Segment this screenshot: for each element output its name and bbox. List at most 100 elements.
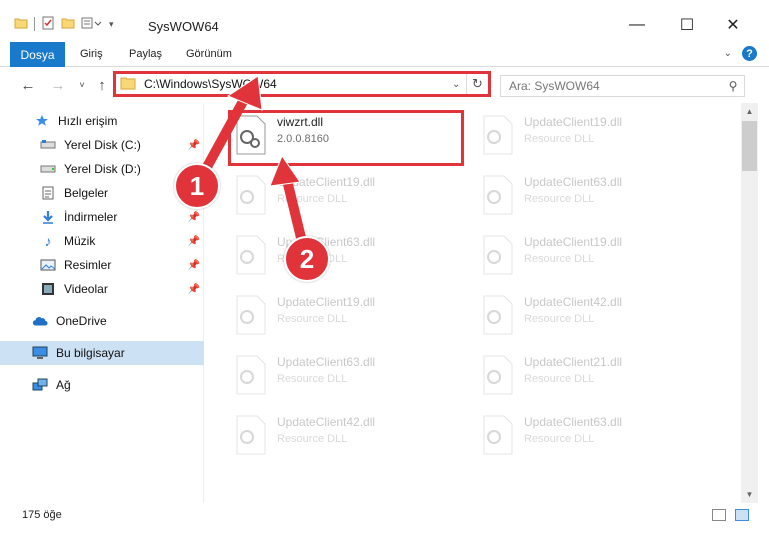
close-icon[interactable]: ✕ [710,10,756,40]
navigation-bar: ← → ˅ ↑ C:\Windows\SysWOW64 ⌄ ↻ Ara: Sys… [0,67,769,103]
file-item[interactable]: UpdateClient63.dllResource DLL [480,411,720,467]
file-name: UpdateClient63.dll [277,355,376,369]
scroll-down-icon[interactable]: ▼ [741,486,758,503]
dll-file-icon [480,355,516,395]
drive-icon [40,137,56,153]
details-view-icon[interactable] [712,509,726,521]
folder-icon[interactable] [14,16,28,33]
recent-locations-icon[interactable]: ˅ [72,75,92,95]
search-icon[interactable]: ⚲ [722,79,744,93]
customize-toolbar-icon[interactable] [81,16,103,33]
sidebar-item-label: Yerel Disk (D:) [64,162,141,176]
file-item[interactable]: UpdateClient21.dll Resource DLL [480,351,720,407]
file-description: Resource DLL [524,133,595,145]
video-icon [40,281,56,297]
file-description: Resource DLL [277,373,348,385]
minimize-icon[interactable]: — [614,10,660,40]
tab-home[interactable]: Giriş [80,48,103,60]
properties-icon[interactable] [41,16,55,33]
pin-icon[interactable]: 📌 [188,260,200,271]
file-description: Resource DLL [524,193,595,205]
new-folder-icon[interactable] [61,16,75,33]
dll-file-icon [480,175,516,215]
refresh-icon[interactable]: ↻ [466,74,488,94]
file-item[interactable]: UpdateClient42.dll Resource DLL [480,291,720,347]
address-path[interactable]: C:\Windows\SysWOW64 [144,77,452,91]
file-description: Resource DLL [277,433,348,445]
file-name: UpdateClient42.dll [524,295,623,309]
pin-icon[interactable]: 📌 [188,236,200,247]
vertical-scrollbar[interactable]: ▲ ▼ [741,103,758,503]
dll-file-icon [480,295,516,335]
help-icon[interactable]: ? [742,46,757,61]
tab-view[interactable]: Görünüm [186,48,232,60]
file-item[interactable]: UpdateClient63.dll Resource DLL [233,351,473,407]
sidebar-item-onedrive[interactable]: OneDrive [0,309,204,333]
dropdown-arrow-icon[interactable]: ▾ [109,19,114,30]
sidebar-item-label: İndirmeler [64,210,118,224]
toolbar-separator [34,17,35,31]
sidebar-item-label: OneDrive [56,314,107,328]
file-description: Resource DLL [277,193,348,205]
star-icon [34,113,50,129]
sidebar-item-network[interactable]: Ağ [0,373,204,397]
dll-file-icon [480,415,516,455]
music-icon: ♪ [44,233,52,249]
dll-file-icon [233,235,269,275]
title-bar: ▾ SysWOW64 — ☐ ✕ [0,0,769,42]
sidebar-item-label: Müzik [64,234,96,248]
sidebar-item-quick-access[interactable]: Hızlı erişim [0,109,204,133]
scroll-up-icon[interactable]: ▲ [741,103,758,120]
sidebar-item-label: Bu bilgisayar [56,346,125,360]
file-name: UpdateClient63.dll [524,175,623,189]
file-item[interactable]: UpdateClient63.dll Resource DLL [480,171,720,227]
file-item[interactable]: UpdateClient19.dll Resource DLL [480,231,720,287]
cloud-icon [32,313,48,329]
search-box[interactable]: Ara: SysWOW64 ⚲ [500,75,745,97]
back-icon[interactable]: ← [18,75,38,95]
sidebar-item-downloads[interactable]: İndirmeler 📌 [0,205,204,229]
file-item[interactable]: UpdateClient63.dllResource DLL [233,231,473,287]
dll-file-icon [233,415,269,455]
sidebar-item-local-disk-c[interactable]: Yerel Disk (C:) 📌 [0,133,204,157]
tab-share[interactable]: Paylaş [129,48,162,60]
maximize-icon[interactable]: ☐ [664,10,710,40]
scrollbar-thumb[interactable] [742,121,757,171]
pin-icon[interactable]: 📌 [188,212,200,223]
large-icons-view-icon[interactable] [735,509,749,521]
dll-file-icon [233,355,269,395]
file-name: UpdateClient19.dll [277,295,376,309]
file-item[interactable]: UpdateClient19.dll Resource DLL [233,291,473,347]
file-name: UpdateClient19.dll [524,235,623,249]
expand-ribbon-icon[interactable]: ⌄ [724,48,732,59]
file-item[interactable]: UpdateClient42.dll Resource DLL [233,411,473,467]
file-item[interactable]: UpdateClient19.dll Resource DLL [233,171,473,227]
sidebar-item-label: Belgeler [64,186,109,200]
file-description: Resource DLL [524,313,595,325]
file-description: Resource DLL [524,373,595,385]
file-item[interactable]: UpdateClient19.dll Resource DLL [480,111,720,167]
callout-2: 2 [284,236,330,282]
ribbon-tabs: Dosya Giriş Paylaş Görünüm ⌄ ? [0,42,769,67]
sidebar-item-music[interactable]: ♪ Müzik 📌 [0,229,204,253]
address-bar[interactable]: C:\Windows\SysWOW64 ⌄ ↻ [113,71,491,97]
file-name: UpdateClient63.dll [524,415,623,429]
sidebar-item-this-pc[interactable]: Bu bilgisayar [0,341,204,365]
tab-file[interactable]: Dosya [10,42,65,67]
forward-icon[interactable]: → [48,75,68,95]
dll-file-icon [233,295,269,335]
address-dropdown-icon[interactable]: ⌄ [452,79,466,90]
sidebar-item-videos[interactable]: Videolar 📌 [0,277,204,301]
pin-icon[interactable]: 📌 [188,284,200,295]
file-name: UpdateClient21.dll [524,355,623,369]
sidebar-item-label: Yerel Disk (C:) [64,138,141,152]
pin-icon[interactable]: 📌 [188,140,200,151]
search-input[interactable]: Ara: SysWOW64 [509,79,722,93]
quick-access-toolbar: ▾ [14,14,114,34]
sidebar-item-local-disk-d[interactable]: Yerel Disk (D:) [0,157,204,181]
folder-icon [120,76,136,93]
up-icon[interactable]: ↑ [92,75,112,95]
sidebar-item-pictures[interactable]: Resimler 📌 [0,253,204,277]
sidebar-item-label: Resimler [64,258,112,272]
dll-file-icon [480,235,516,275]
